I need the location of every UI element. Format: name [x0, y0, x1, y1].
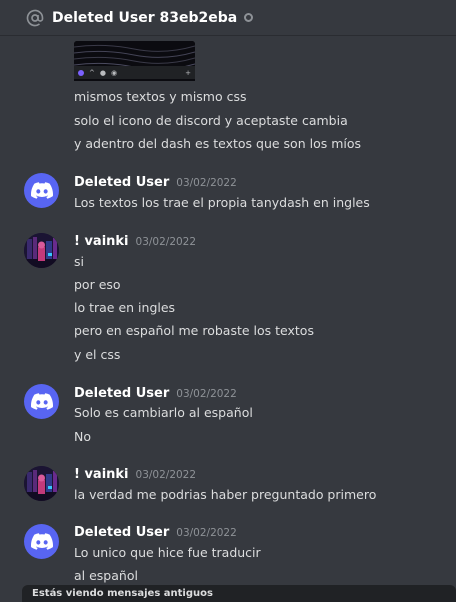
author-name[interactable]: Deleted User — [74, 175, 169, 190]
discord-logo-icon — [30, 393, 53, 410]
message-line: lo trae en ingles — [74, 300, 176, 315]
at-sign-icon — [26, 9, 44, 27]
message-line: y el css — [74, 347, 121, 362]
message-line: si — [74, 254, 84, 269]
avatar-vainki[interactable] — [24, 466, 59, 501]
message-line: mismos textos y mismo css — [74, 89, 247, 104]
author-name[interactable]: Deleted User — [74, 386, 169, 401]
message-line: la verdad me podrias haber preguntado pr… — [74, 487, 377, 502]
message-timestamp: 03/02/2022 — [176, 527, 237, 539]
avatar-discord-default[interactable] — [24, 384, 59, 419]
message-line: solo el icono de discord y aceptaste cam… — [74, 113, 348, 128]
message-timestamp: 03/02/2022 — [135, 469, 197, 481]
avatar-discord-default[interactable] — [24, 524, 59, 559]
chevron-up-icon[interactable]: ^ — [89, 69, 95, 77]
message-line: No — [74, 429, 91, 444]
channel-title: Deleted User 83eb2eba — [52, 9, 238, 26]
offline-status-icon — [244, 13, 254, 22]
message-header: Deleted User 03/02/2022 — [74, 175, 237, 190]
discord-small-icon[interactable]: ◉ — [111, 69, 117, 77]
message-header: ! vainki 03/02/2022 — [74, 234, 196, 249]
message-timestamp: 03/02/2022 — [176, 177, 237, 189]
message-line: por eso — [74, 277, 121, 292]
message-line: Lo unico que hice fue traducir — [74, 545, 261, 560]
message-line: Solo es cambiarlo al español — [74, 405, 253, 420]
avatar-vainki[interactable] — [24, 233, 59, 268]
author-name[interactable]: ! vainki — [74, 234, 129, 249]
circle-icon[interactable]: ● — [100, 69, 106, 77]
message-timestamp: 03/02/2022 — [135, 236, 197, 248]
message-header: ! vainki 03/02/2022 — [74, 467, 196, 482]
message-list[interactable]: ^ ● ◉ + mismos textos y mismo css solo e… — [0, 37, 456, 585]
channel-header: Deleted User 83eb2eba — [0, 0, 456, 36]
author-name[interactable]: Deleted User — [74, 525, 169, 540]
message-timestamp: 03/02/2022 — [176, 388, 237, 400]
attachment-toolbar: ^ ● ◉ + — [74, 66, 195, 79]
discord-logo-icon — [30, 533, 53, 550]
message-line: Los textos los trae el propia tanydash e… — [74, 195, 370, 210]
message-line: y adentro del dash es textos que son los… — [74, 136, 362, 151]
plus-icon[interactable]: + — [185, 69, 191, 77]
app-logo-icon — [78, 69, 84, 76]
message-header: Deleted User 03/02/2022 — [74, 525, 237, 540]
message-line: al español — [74, 568, 138, 583]
discord-logo-icon — [30, 182, 53, 199]
message-header: Deleted User 03/02/2022 — [74, 386, 237, 401]
avatar-discord-default[interactable] — [24, 173, 59, 208]
author-name[interactable]: ! vainki — [74, 467, 129, 482]
old-messages-notice[interactable]: Estás viendo mensajes antiguos — [22, 585, 456, 602]
message-line: pero en español me robaste los textos — [74, 323, 314, 338]
